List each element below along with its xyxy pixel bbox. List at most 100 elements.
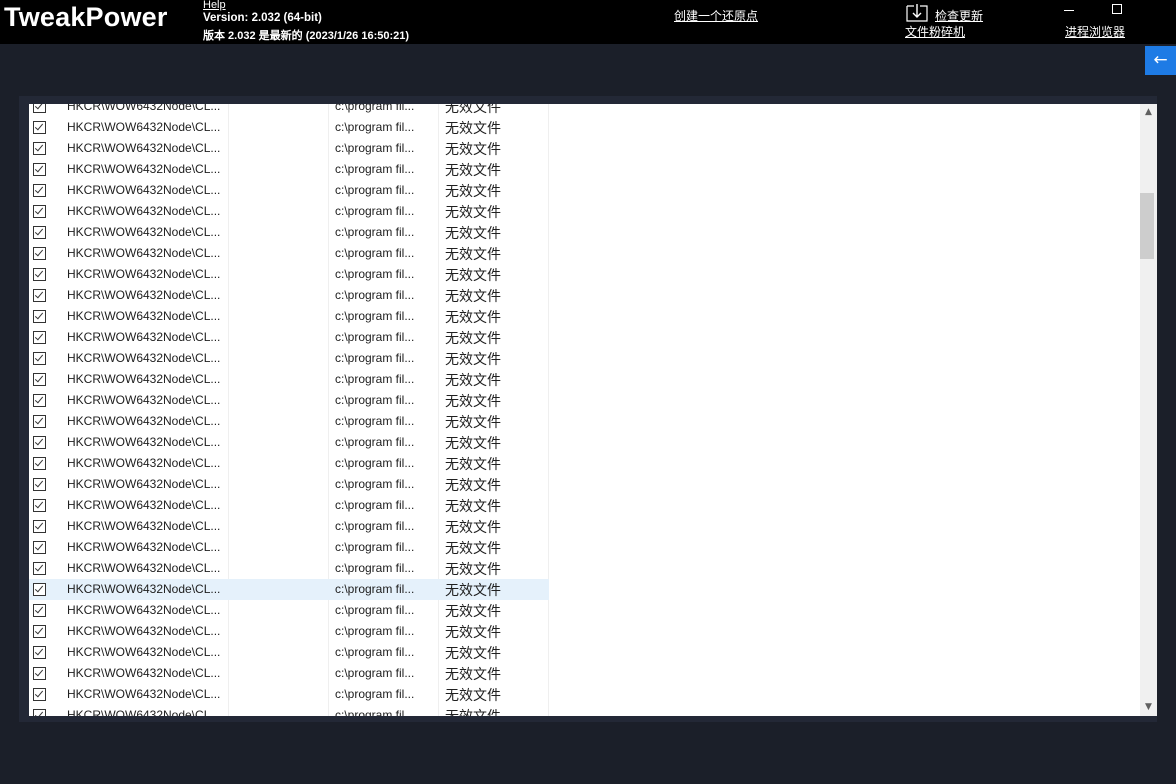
table-row[interactable]: HKCR\WOW6432Node\CL... c:\program fil... 无…	[29, 390, 549, 411]
row-checkbox[interactable]	[33, 121, 46, 134]
table-row[interactable]: HKCR\WOW6432Node\CL... c:\program fil... 无…	[29, 264, 549, 285]
app-logo: TweakPower	[4, 2, 168, 32]
table-row[interactable]: HKCR\WOW6432Node\CL... c:\program fil... 无…	[29, 495, 549, 516]
registry-key-cell: HKCR\WOW6432Node\CL...	[67, 645, 221, 659]
row-checkbox[interactable]	[33, 352, 46, 365]
create-restore-point-link[interactable]: 创建一个还原点	[674, 7, 758, 24]
file-path-cell: c:\program fil...	[335, 666, 415, 680]
table-row[interactable]: HKCR\WOW6432Node\CL... c:\program fil... 无…	[29, 642, 549, 663]
maximize-icon[interactable]	[1105, 0, 1129, 20]
row-checkbox[interactable]	[33, 667, 46, 680]
row-checkbox[interactable]	[33, 562, 46, 575]
registry-key-cell: HKCR\WOW6432Node\CL...	[67, 351, 221, 365]
table-row[interactable]: HKCR\WOW6432Node\CL... c:\program fil... 无…	[29, 579, 549, 600]
title-bar: TweakPower Help Version: 2.032 (64-bit) …	[0, 0, 1176, 44]
minimize-icon[interactable]	[1057, 0, 1081, 20]
registry-key-cell: HKCR\WOW6432Node\CL...	[67, 435, 221, 449]
row-checkbox[interactable]	[33, 394, 46, 407]
registry-key-cell: HKCR\WOW6432Node\CL...	[67, 183, 221, 197]
row-checkbox[interactable]	[33, 688, 46, 701]
scroll-up-icon[interactable]: ▲	[1140, 104, 1157, 121]
row-checkbox[interactable]	[33, 604, 46, 617]
table-row[interactable]: HKCR\WOW6432Node\CL... c:\program fil... 无…	[29, 243, 549, 264]
row-checkbox[interactable]	[33, 104, 46, 113]
table-row[interactable]: HKCR\WOW6432Node\CL... c:\program fil... 无…	[29, 201, 549, 222]
table-row[interactable]: HKCR\WOW6432Node\CL... c:\program fil... 无…	[29, 453, 549, 474]
row-checkbox[interactable]	[33, 268, 46, 281]
table-row[interactable]: HKCR\WOW6432Node\CL... c:\program fil... 无…	[29, 369, 549, 390]
row-checkbox[interactable]	[33, 646, 46, 659]
row-checkbox[interactable]	[33, 499, 46, 512]
row-checkbox[interactable]	[33, 247, 46, 260]
issue-type-cell: 无效文件	[445, 394, 501, 410]
row-checkbox[interactable]	[33, 583, 46, 596]
row-checkbox[interactable]	[33, 142, 46, 155]
table-row[interactable]: HKCR\WOW6432Node\CL... c:\program fil... 无…	[29, 558, 549, 579]
table-row[interactable]: HKCR\WOW6432Node\CL... c:\program fil... 无…	[29, 348, 549, 369]
file-path-cell: c:\program fil...	[335, 498, 415, 512]
row-checkbox[interactable]	[33, 478, 46, 491]
row-checkbox[interactable]	[33, 520, 46, 533]
issue-type-cell: 无效文件	[445, 121, 501, 137]
table-row[interactable]: HKCR\WOW6432Node\CL... c:\program fil... 无…	[29, 222, 549, 243]
table-row[interactable]: HKCR\WOW6432Node\CL... c:\program fil... 无…	[29, 104, 549, 117]
scroll-down-icon[interactable]: ▼	[1140, 699, 1157, 716]
row-checkbox[interactable]	[33, 289, 46, 302]
table-row[interactable]: HKCR\WOW6432Node\CL... c:\program fil... 无…	[29, 285, 549, 306]
file-path-cell: c:\program fil...	[335, 708, 415, 716]
file-path-cell: c:\program fil...	[335, 267, 415, 281]
vertical-scrollbar[interactable]: ▲ ▼	[1140, 104, 1157, 716]
row-checkbox[interactable]	[33, 436, 46, 449]
download-arrow-icon[interactable]	[905, 3, 929, 23]
back-button[interactable]: ←	[1145, 46, 1176, 75]
registry-key-cell: HKCR\WOW6432Node\CL...	[67, 666, 221, 680]
table-row[interactable]: HKCR\WOW6432Node\CL... c:\program fil... 无…	[29, 159, 549, 180]
file-path-cell: c:\program fil...	[335, 372, 415, 386]
table-row[interactable]: HKCR\WOW6432Node\CL... c:\program fil... 无…	[29, 138, 549, 159]
file-path-cell: c:\program fil...	[335, 477, 415, 491]
row-checkbox[interactable]	[33, 184, 46, 197]
file-path-cell: c:\program fil...	[335, 435, 415, 449]
table-row[interactable]: HKCR\WOW6432Node\CL... c:\program fil... 无…	[29, 705, 549, 716]
row-checkbox[interactable]	[33, 163, 46, 176]
check-update-link[interactable]: 检查更新	[935, 7, 983, 24]
file-path-cell: c:\program fil...	[335, 246, 415, 260]
row-checkbox[interactable]	[33, 625, 46, 638]
table-row[interactable]: HKCR\WOW6432Node\CL... c:\program fil... 无…	[29, 474, 549, 495]
scroll-thumb[interactable]	[1140, 193, 1154, 259]
row-checkbox[interactable]	[33, 310, 46, 323]
row-checkbox[interactable]	[33, 709, 46, 716]
row-checkbox[interactable]	[33, 541, 46, 554]
table-row[interactable]: HKCR\WOW6432Node\CL... c:\program fil... 无…	[29, 411, 549, 432]
process-explorer-link[interactable]: 进程浏览器	[1065, 23, 1125, 40]
table-row[interactable]: HKCR\WOW6432Node\CL... c:\program fil... 无…	[29, 600, 549, 621]
file-path-cell: c:\program fil...	[335, 456, 415, 470]
table-row[interactable]: HKCR\WOW6432Node\CL... c:\program fil... 无…	[29, 117, 549, 138]
table-row[interactable]: HKCR\WOW6432Node\CL... c:\program fil... 无…	[29, 306, 549, 327]
registry-key-cell: HKCR\WOW6432Node\CL...	[67, 477, 221, 491]
table-row[interactable]: HKCR\WOW6432Node\CL... c:\program fil... 无…	[29, 621, 549, 642]
table-row[interactable]: HKCR\WOW6432Node\CL... c:\program fil... 无…	[29, 432, 549, 453]
row-checkbox[interactable]	[33, 415, 46, 428]
issue-type-cell: 无效文件	[445, 583, 501, 599]
file-path-cell: c:\program fil...	[335, 141, 415, 155]
file-path-cell: c:\program fil...	[335, 519, 415, 533]
table-row[interactable]: HKCR\WOW6432Node\CL... c:\program fil... 无…	[29, 327, 549, 348]
results-list[interactable]: HKCR\WOW6432Node\CL... c:\program fil... 无…	[29, 104, 1140, 716]
row-checkbox[interactable]	[33, 373, 46, 386]
table-row[interactable]: HKCR\WOW6432Node\CL... c:\program fil... 无…	[29, 684, 549, 705]
issue-type-cell: 无效文件	[445, 247, 501, 263]
table-row[interactable]: HKCR\WOW6432Node\CL... c:\program fil... 无…	[29, 537, 549, 558]
row-checkbox[interactable]	[33, 205, 46, 218]
row-checkbox[interactable]	[33, 457, 46, 470]
issue-type-cell: 无效文件	[445, 373, 501, 389]
table-row[interactable]: HKCR\WOW6432Node\CL... c:\program fil... 无…	[29, 180, 549, 201]
row-checkbox[interactable]	[33, 331, 46, 344]
file-shredder-link[interactable]: 文件粉碎机	[905, 23, 965, 40]
table-row[interactable]: HKCR\WOW6432Node\CL... c:\program fil... 无…	[29, 663, 549, 684]
table-row[interactable]: HKCR\WOW6432Node\CL... c:\program fil... 无…	[29, 516, 549, 537]
help-link[interactable]: Help	[203, 0, 226, 11]
file-path-cell: c:\program fil...	[335, 204, 415, 218]
file-path-cell: c:\program fil...	[335, 330, 415, 344]
row-checkbox[interactable]	[33, 226, 46, 239]
